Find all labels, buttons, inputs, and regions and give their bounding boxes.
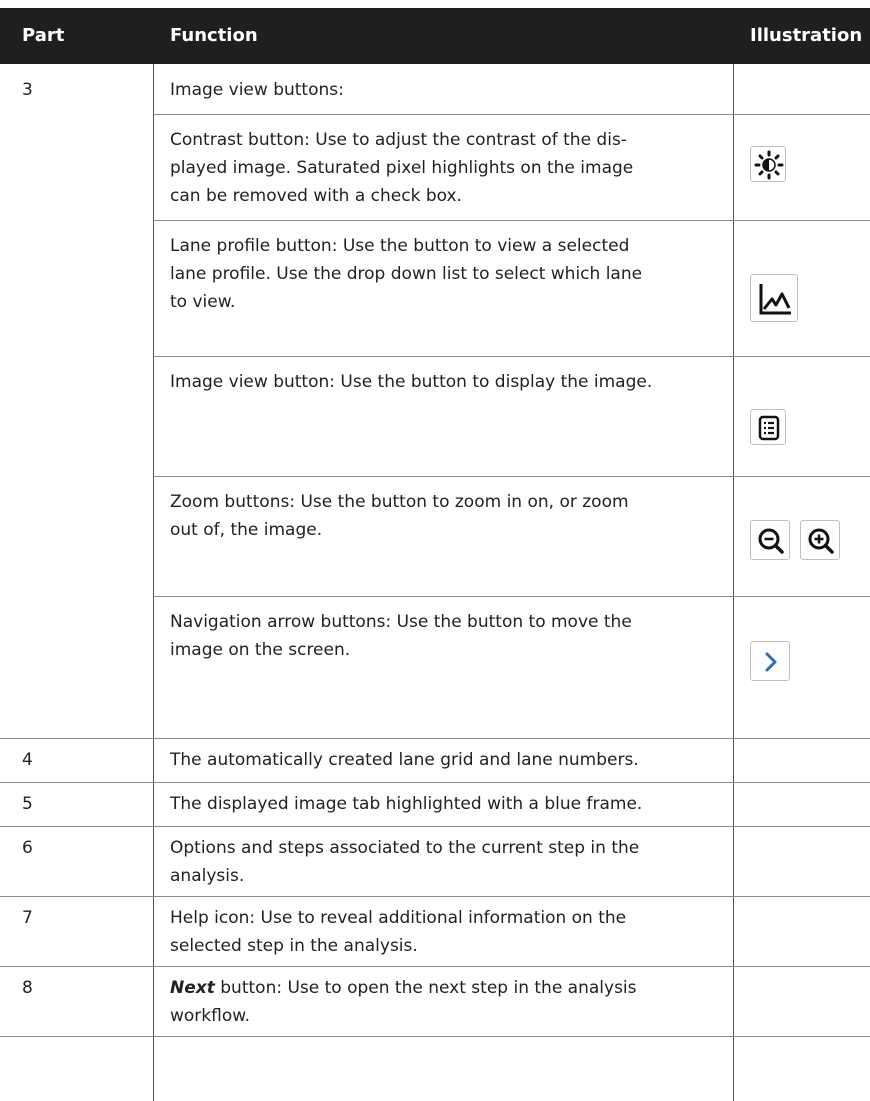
row-divider — [0, 966, 870, 967]
function-text: Help icon: Use to reveal additional info… — [170, 908, 627, 956]
header-illustration: Illustration — [750, 25, 863, 46]
row-divider — [0, 782, 870, 783]
row-divider — [0, 826, 870, 827]
row-divider — [153, 476, 870, 477]
header-function: Function — [170, 25, 258, 46]
row-divider — [153, 356, 870, 357]
part-number: 7 — [22, 908, 33, 928]
part-number: 8 — [22, 978, 33, 998]
part-number: 5 — [22, 794, 33, 814]
function-text: Image view buttons: — [170, 80, 344, 100]
image-view-icon — [750, 409, 786, 445]
row-divider — [0, 738, 870, 739]
function-text: Zoom buttons: Use the button to zoom in … — [170, 492, 629, 540]
function-text: The automatically created lane grid and … — [170, 750, 639, 770]
header-part: Part — [22, 25, 65, 46]
row-divider — [0, 1036, 870, 1037]
function-text: Next button: Use to open the next step i… — [170, 978, 637, 1026]
row-divider — [153, 596, 870, 597]
table-header: Part Function Illustration — [0, 8, 870, 64]
function-text: Lane profile button: Use the button to v… — [170, 236, 643, 312]
zoom-out-icon — [750, 520, 790, 560]
lane-profile-icon — [750, 274, 798, 322]
function-text: Image view button: Use the button to dis… — [170, 372, 653, 392]
row-divider — [0, 896, 870, 897]
function-text: Options and steps associated to the curr… — [170, 838, 640, 886]
function-text: The displayed image tab highlighted with… — [170, 794, 643, 814]
part-number: 6 — [22, 838, 33, 858]
row-divider — [153, 114, 870, 115]
function-text: Navigation arrow buttons: Use the button… — [170, 612, 632, 660]
part-number: 3 — [22, 80, 33, 100]
chevron-right-icon — [750, 641, 790, 681]
part-number: 4 — [22, 750, 33, 770]
zoom-in-icon — [800, 520, 840, 560]
contrast-icon — [750, 146, 786, 182]
row-divider — [153, 220, 870, 221]
function-text: Contrast button: Use to adjust the contr… — [170, 130, 634, 206]
